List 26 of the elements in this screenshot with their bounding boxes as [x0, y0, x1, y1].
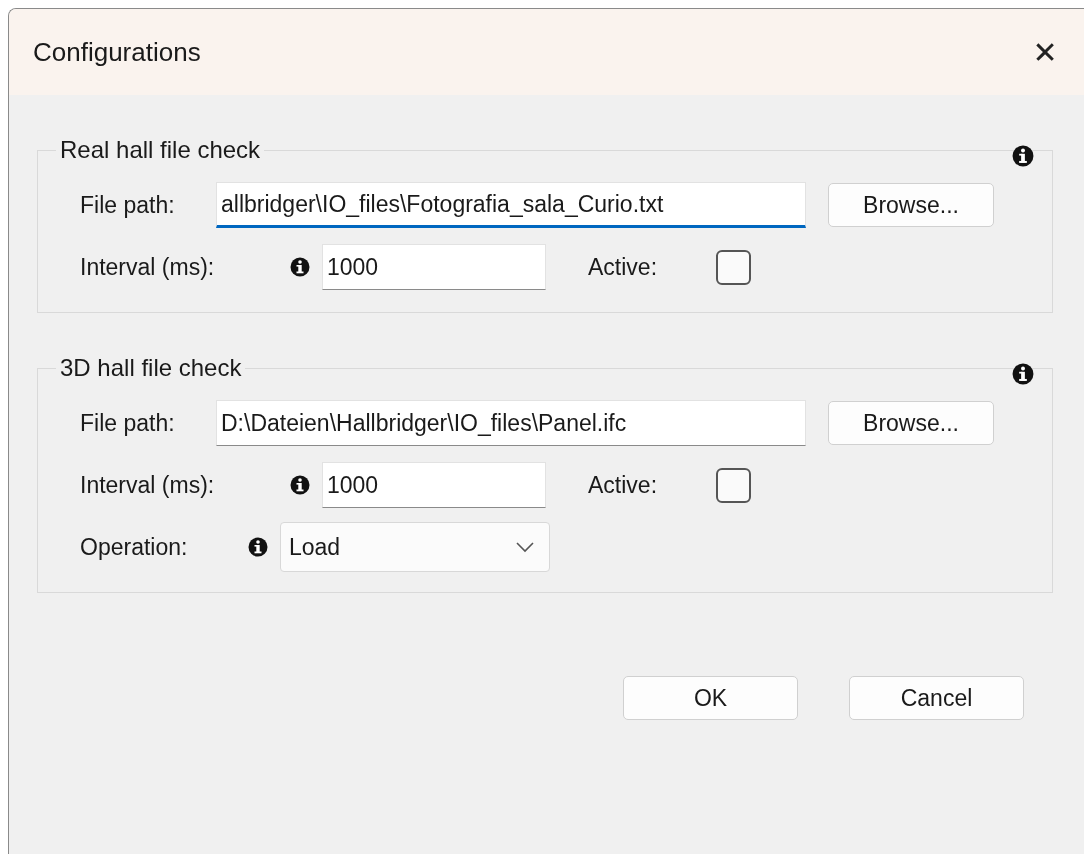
field-label: File path: [80, 191, 176, 219]
field-label: Interval (ms): [80, 471, 216, 499]
active-checkbox[interactable] [716, 249, 751, 285]
operation-dropdown[interactable]: Load [280, 522, 550, 572]
info-icon [248, 537, 268, 557]
file-path-field[interactable]: allbridger\IO_files\Fotografia_sala_Curio.txt [216, 182, 806, 228]
interval-field[interactable]: 1000 [322, 244, 546, 290]
close-button[interactable]: ✕ [1020, 27, 1070, 77]
browse-button[interactable]: Browse... [828, 183, 994, 227]
ok-button[interactable]: OK [623, 676, 798, 720]
browse-button[interactable]: Browse... [828, 401, 994, 445]
chevron-down-icon [515, 541, 535, 553]
cancel-button[interactable]: Cancel [849, 676, 1024, 720]
window-title: Configurations [33, 36, 201, 68]
info-icon [290, 475, 310, 495]
info-icon [290, 257, 310, 277]
field-label: Operation: [80, 533, 189, 561]
active-checkbox[interactable] [716, 467, 751, 503]
info-icon [1012, 363, 1034, 385]
interval-field[interactable]: 1000 [322, 462, 546, 508]
field-label: Interval (ms): [80, 253, 216, 281]
field-label: Active: [588, 253, 659, 281]
field-label: Active: [588, 471, 659, 499]
field-label: File path: [80, 409, 176, 437]
file-path-field[interactable]: D:\Dateien\Hallbridger\IO_files\Panel.ifc [216, 400, 806, 446]
info-icon [1012, 145, 1034, 167]
